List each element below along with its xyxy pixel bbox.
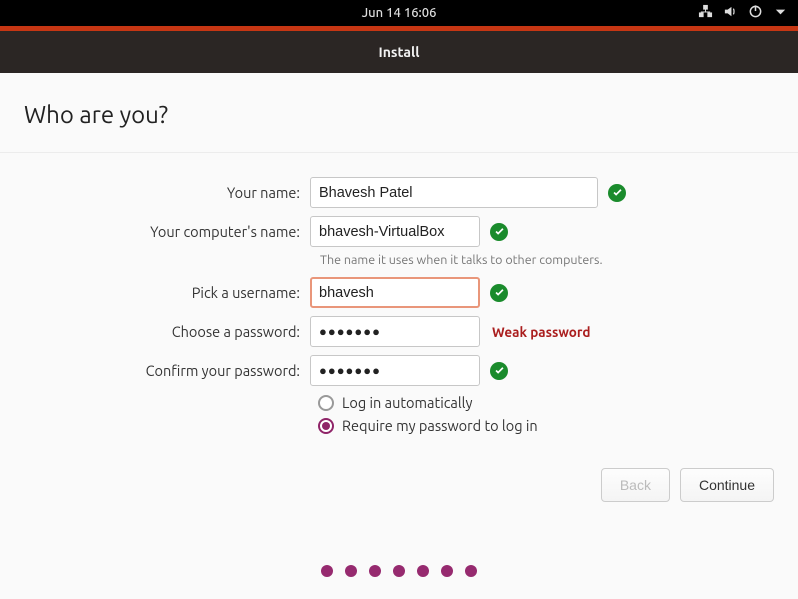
progress-dot — [321, 565, 333, 577]
continue-button[interactable]: Continue — [680, 468, 774, 502]
check-icon — [608, 184, 626, 202]
window-title: Install — [379, 44, 420, 60]
progress-dot — [465, 565, 477, 577]
system-status-icons — [698, 4, 788, 22]
clock: Jun 14 16:06 — [362, 6, 437, 20]
confirm-password-input[interactable] — [310, 355, 480, 386]
computer-name-input[interactable] — [310, 216, 480, 247]
window-title-bar: Install — [0, 31, 798, 73]
login-auto-label: Log in automatically — [342, 394, 472, 411]
username-label: Pick a username: — [20, 284, 310, 301]
username-input[interactable] — [310, 277, 480, 308]
progress-dots — [0, 565, 798, 577]
name-input[interactable] — [310, 177, 598, 208]
computer-name-hint: The name it uses when it talks to other … — [20, 253, 770, 267]
page-title: Who are you? — [24, 101, 774, 128]
password-strength: Weak password — [492, 324, 590, 340]
progress-dot — [441, 565, 453, 577]
name-label: Your name: — [20, 184, 310, 201]
password-input[interactable] — [310, 316, 480, 347]
login-options: Log in automatically Require my password… — [20, 394, 770, 434]
confirm-password-label: Confirm your password: — [20, 362, 310, 379]
check-icon — [490, 284, 508, 302]
chevron-down-icon[interactable] — [773, 4, 788, 22]
progress-dot — [369, 565, 381, 577]
computer-name-label: Your computer's name: — [20, 223, 310, 240]
back-button: Back — [601, 468, 670, 502]
progress-dot — [393, 565, 405, 577]
check-icon — [490, 223, 508, 241]
login-require-password-option[interactable]: Require my password to log in — [318, 417, 770, 434]
user-form: Your name: Your computer's name: The nam… — [0, 153, 798, 434]
progress-dot — [345, 565, 357, 577]
nav-buttons: Back Continue — [601, 468, 774, 502]
login-auto-option[interactable]: Log in automatically — [318, 394, 770, 411]
check-icon — [490, 362, 508, 380]
login-require-label: Require my password to log in — [342, 417, 538, 434]
radio-icon — [318, 418, 334, 434]
radio-icon — [318, 395, 334, 411]
progress-dot — [417, 565, 429, 577]
password-label: Choose a password: — [20, 323, 310, 340]
network-icon[interactable] — [698, 4, 713, 22]
page-header: Who are you? — [0, 73, 798, 152]
system-top-bar: Jun 14 16:06 — [0, 0, 798, 26]
power-icon[interactable] — [748, 4, 763, 22]
volume-icon[interactable] — [723, 4, 738, 22]
